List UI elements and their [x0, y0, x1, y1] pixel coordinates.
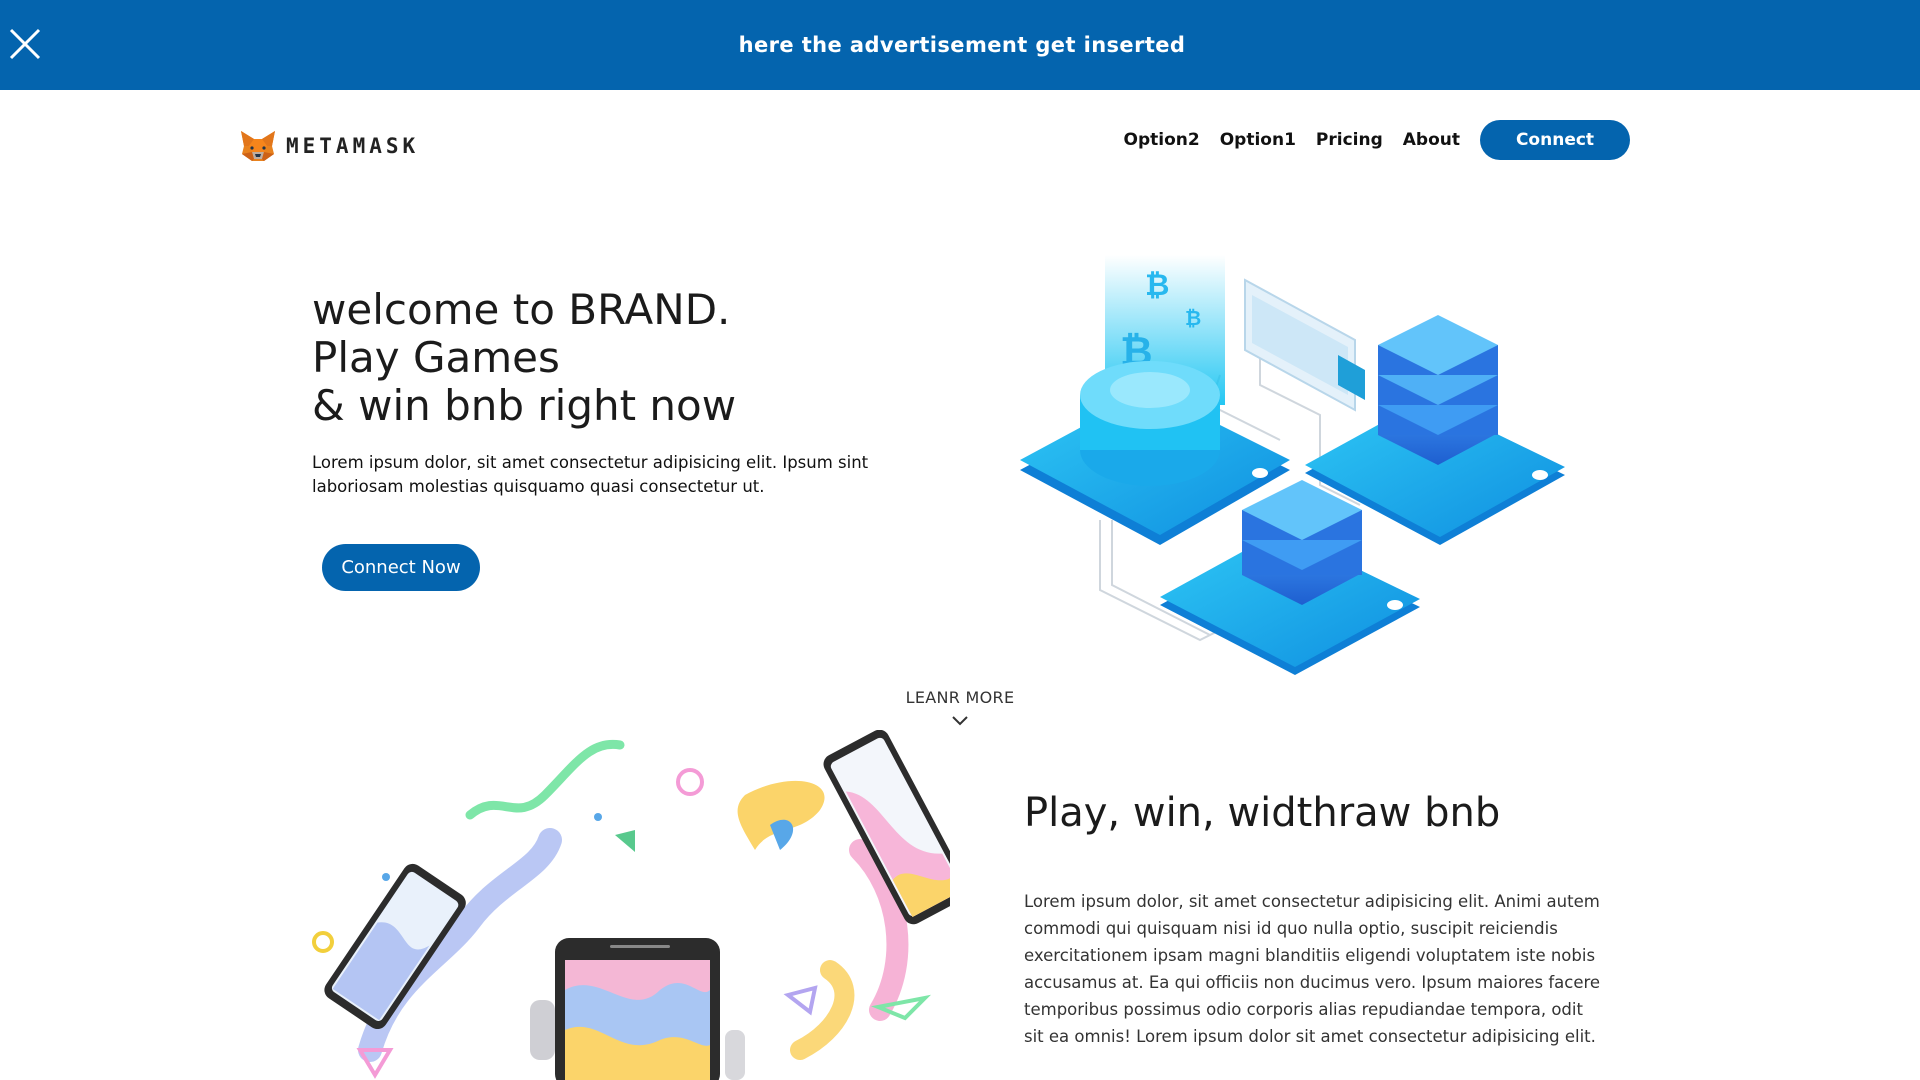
- hero-title: welcome to BRAND. Play Games & win bnb r…: [312, 286, 736, 430]
- nav-option1[interactable]: Option1: [1220, 130, 1296, 150]
- floating-phones-illustration: [312, 730, 950, 1080]
- section2-title: Play, win, widthraw bnb: [1024, 790, 1501, 836]
- hero-title-line: Play Games: [312, 333, 560, 382]
- svg-text:₿: ₿: [1185, 306, 1201, 330]
- advertisement-bar: here the advertisement get inserted: [0, 0, 1920, 90]
- hero-title-line: welcome to BRAND.: [312, 285, 731, 334]
- learn-more-label: LEANR MORE: [905, 688, 1015, 707]
- chevron-down-icon: [952, 716, 968, 726]
- hero-title-line: & win bnb right now: [312, 381, 737, 430]
- learn-more-link[interactable]: LEANR MORE: [880, 688, 1040, 727]
- close-icon[interactable]: [8, 27, 42, 61]
- section2-description: Lorem ipsum dolor, sit amet consectetur …: [1024, 892, 1601, 1046]
- brand-name: METAMASK: [286, 134, 420, 158]
- svg-text:₿: ₿: [1145, 268, 1169, 303]
- hero-description: Lorem ipsum dolor, sit amet consectetur …: [312, 453, 869, 496]
- isometric-crypto-illustration: ₿ ₿ ₿: [1020, 255, 1565, 675]
- advertisement-text: here the advertisement get inserted: [738, 33, 1186, 57]
- fox-icon: [241, 131, 275, 161]
- brand-logo[interactable]: METAMASK: [240, 130, 419, 162]
- nav-option2[interactable]: Option2: [1124, 130, 1200, 150]
- nav-pricing[interactable]: Pricing: [1316, 130, 1383, 150]
- main-nav: Option2 Option1 Pricing About Connect: [1124, 120, 1630, 160]
- connect-now-button[interactable]: Connect Now: [322, 544, 480, 591]
- nav-about[interactable]: About: [1403, 130, 1460, 150]
- connect-button[interactable]: Connect: [1480, 120, 1630, 160]
